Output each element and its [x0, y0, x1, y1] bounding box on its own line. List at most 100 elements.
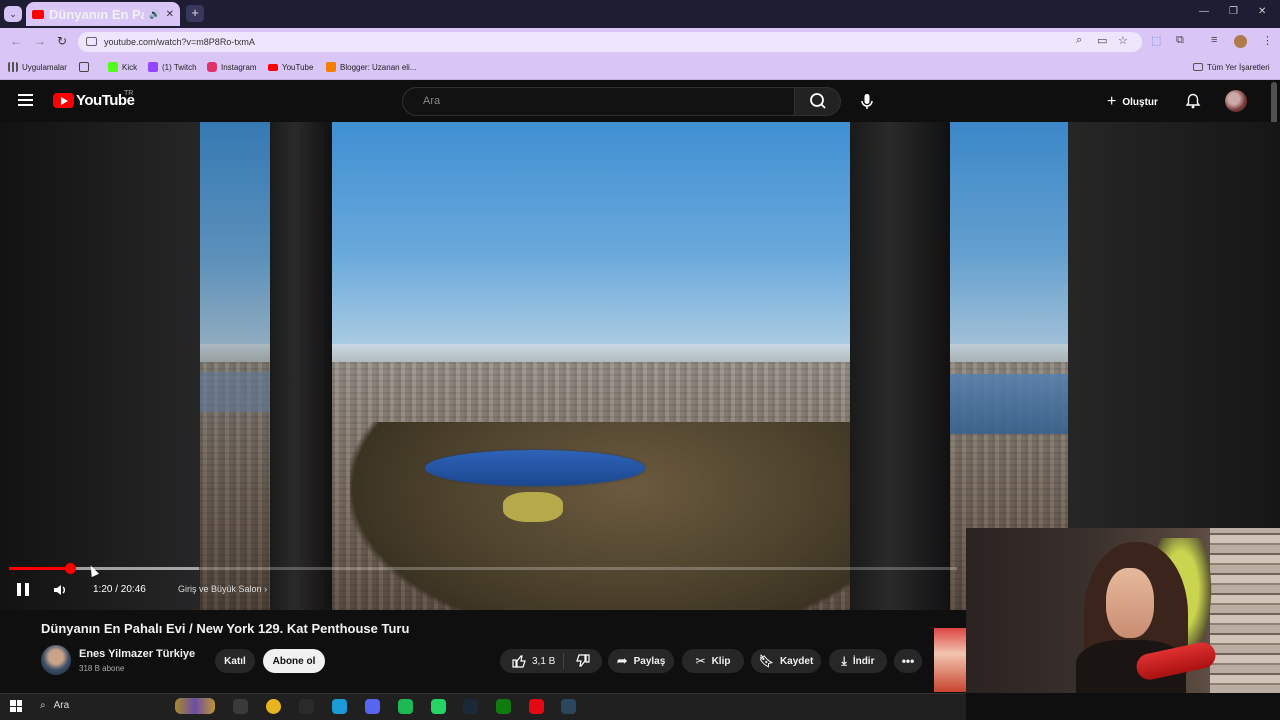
tab-search-button[interactable]: ⌄ [4, 6, 22, 22]
audio-playing-icon[interactable]: 🔊 [149, 9, 160, 20]
close-window-icon[interactable]: ✕ [1258, 6, 1266, 17]
subscribe-button[interactable]: Abone ol [263, 649, 325, 673]
volume-button[interactable] [52, 583, 68, 602]
volume-icon [54, 585, 65, 595]
channel-avatar[interactable] [41, 645, 71, 675]
thumbs-down-icon [576, 654, 590, 667]
folder-icon [1193, 63, 1203, 71]
zoom-icon[interactable]: ⌕ [1076, 34, 1082, 47]
ambient-left [0, 122, 200, 610]
pause-button[interactable] [17, 583, 29, 596]
join-button[interactable]: Katıl [215, 649, 255, 673]
bookmark-icon: 🔖︎ [758, 654, 774, 668]
search-icon: ⌕ [40, 700, 46, 711]
reload-icon[interactable]: ↻ [57, 34, 67, 48]
related-video-thumbnail[interactable] [934, 628, 966, 692]
create-button[interactable]: + Oluştur [1107, 93, 1158, 111]
site-info-icon[interactable] [86, 37, 97, 46]
extensions-icon[interactable]: ⧉ [1176, 34, 1184, 47]
subscriber-count: 318 B abone [79, 664, 125, 673]
discord-icon[interactable] [365, 699, 380, 714]
more-horizontal-icon: ••• [901, 654, 915, 668]
browser-tab-active[interactable]: Dünyanın En Pahalı Evi / Ne 🔊 ✕ [26, 2, 180, 26]
blogger-icon [326, 62, 336, 72]
scissors-icon: ✂ [695, 654, 706, 668]
clip-button[interactable]: ✂ Klip [682, 649, 744, 673]
search-input[interactable]: Ara [402, 87, 795, 116]
menu-hamburger-icon[interactable] [18, 94, 33, 106]
restore-icon[interactable]: ❐ [1229, 6, 1238, 17]
bookmark-twitch[interactable]: (1) Twitch [148, 60, 197, 74]
windows-start-icon[interactable] [10, 700, 22, 712]
profile-avatar-icon[interactable] [1234, 35, 1247, 48]
youtube-logo-icon[interactable] [53, 93, 74, 108]
edge-icon[interactable] [332, 699, 347, 714]
back-icon[interactable]: ← [10, 34, 22, 48]
plus-icon: + [1107, 93, 1117, 110]
steam-alt-icon[interactable] [561, 699, 576, 714]
ambient-right [1068, 122, 1280, 528]
download-button[interactable]: ⤓ İndir [829, 649, 887, 673]
search-highlight-icon [175, 698, 215, 714]
steam-icon[interactable] [463, 699, 478, 714]
new-tab-button[interactable]: + [186, 5, 204, 22]
thumbs-up-icon [512, 655, 526, 668]
kick-icon [108, 62, 118, 72]
chrome-icon[interactable] [266, 699, 281, 714]
download-icon: ⤓ [841, 653, 847, 668]
all-bookmarks[interactable]: Tüm Yer İşaretleri [1193, 60, 1270, 74]
bookmark-instagram[interactable]: Instagram [207, 60, 257, 74]
cast-icon[interactable]: ▭ [1097, 34, 1107, 47]
webcam-overlay [966, 528, 1280, 693]
chevron-right-icon: › [264, 584, 268, 594]
address-bar[interactable]: youtube.com/watch?v=m8P8Ro-txmA [78, 32, 1142, 52]
xbox-icon[interactable] [496, 699, 511, 714]
bookmark-youtube[interactable]: YouTube [268, 60, 313, 74]
bookmark-kick[interactable]: Kick [108, 60, 137, 74]
progress-played [9, 567, 70, 570]
windows-taskbar [0, 693, 966, 720]
forward-icon[interactable]: → [34, 34, 46, 48]
chapter-button[interactable]: Giriş ve Büyük Salon › [178, 584, 267, 594]
scrubber-handle[interactable] [64, 563, 76, 574]
translate-icon[interactable]: ⬚ [1151, 34, 1161, 47]
twitch-icon [148, 62, 158, 72]
tab-title: Dünyanın En Pahalı Evi / Ne [49, 6, 145, 22]
bookmark-apps[interactable]: Uygulamalar [8, 60, 67, 74]
obs-icon[interactable] [299, 699, 314, 714]
share-button[interactable]: ➦ Paylaş [608, 649, 674, 673]
channel-name[interactable]: Enes Yilmazer Türkiye [79, 648, 195, 660]
bookmark-grid[interactable] [79, 60, 89, 74]
search-icon [810, 93, 826, 109]
notifications-button[interactable] [1185, 93, 1201, 114]
bookmark-blogger[interactable]: Blogger: Uzanan eli... [326, 60, 417, 74]
time-display: 1:20 / 20:46 [93, 584, 146, 595]
youtube-icon [268, 63, 278, 71]
media-controls-icon[interactable]: ≡ [1211, 34, 1217, 46]
country-code: TR [124, 90, 134, 97]
more-actions-button[interactable]: ••• [894, 649, 922, 673]
search-button[interactable] [795, 87, 841, 116]
youtube-favicon-icon [32, 9, 44, 19]
microphone-icon [861, 94, 873, 109]
save-button[interactable]: 🔖︎ Kaydet [751, 649, 821, 673]
browser-menu-icon[interactable]: ⋮ [1262, 34, 1273, 47]
tab-close-icon[interactable]: ✕ [166, 9, 174, 20]
bookmark-star-icon[interactable]: ☆ [1118, 34, 1128, 47]
voice-search-button[interactable] [853, 88, 881, 116]
share-icon: ➦ [616, 653, 628, 668]
task-view-icon[interactable] [233, 699, 248, 714]
netflix-icon[interactable] [529, 699, 544, 714]
video-title: Dünyanın En Pahalı Evi / New York 129. K… [41, 621, 410, 636]
like-button[interactable]: 3,1 B [500, 653, 564, 669]
whatsapp-icon[interactable] [431, 699, 446, 714]
spotify-icon[interactable] [398, 699, 413, 714]
like-dislike-group: 3,1 B [500, 649, 602, 673]
apps-grid-icon [8, 62, 18, 72]
taskbar-search[interactable]: ⌕ Ara [40, 700, 69, 711]
bell-icon [1185, 93, 1201, 109]
dislike-button[interactable] [564, 654, 602, 668]
video-frame[interactable] [200, 122, 1068, 610]
minimize-icon[interactable]: — [1199, 6, 1209, 17]
account-avatar[interactable] [1225, 90, 1247, 112]
